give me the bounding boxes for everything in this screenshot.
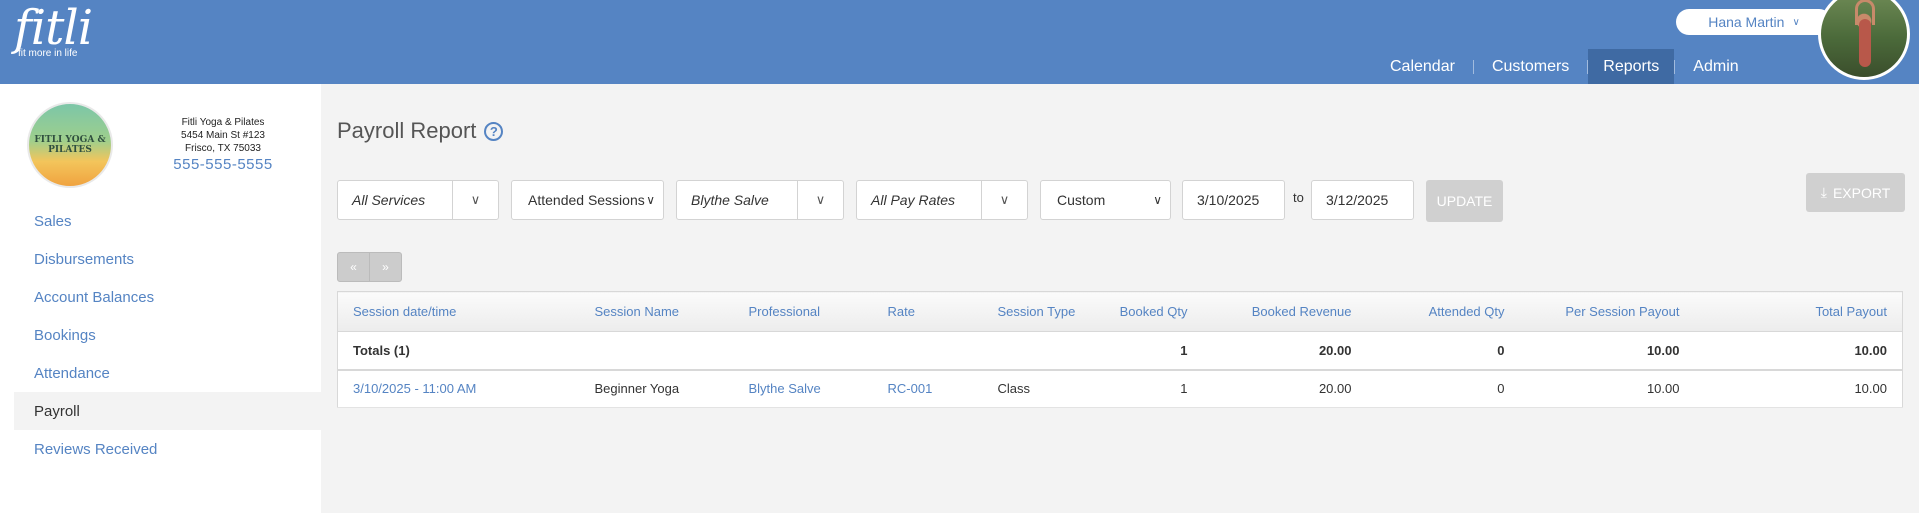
table-row: 3/10/2025 - 11:00 AM Beginner Yoga Blyth… (337, 369, 1903, 408)
business-phone[interactable]: 555-555-5555 (140, 157, 306, 172)
avatar[interactable] (1818, 0, 1910, 80)
main-content: Payroll Report ? All Services ∨ Attended… (321, 84, 1919, 513)
col-attended-qty[interactable]: Attended Qty (1366, 291, 1520, 332)
professional-filter[interactable]: Blythe Salve ∨ (676, 180, 844, 220)
session-name-cell: Beginner Yoga (579, 369, 734, 408)
chevron-down-icon: ∨ (1792, 16, 1800, 28)
services-filter[interactable]: All Services ∨ (337, 180, 499, 220)
logo-wordmark: fitli (14, 0, 93, 56)
user-menu-button[interactable]: Hana Martin ∨ (1676, 9, 1832, 35)
reports-menu: Sales Disbursements Account Balances Boo… (14, 202, 321, 468)
end-date-input[interactable]: 3/12/2025 (1311, 180, 1414, 220)
business-city: Frisco, TX 75033 (185, 143, 261, 154)
double-chevron-down-icon[interactable]: ∨ (797, 181, 843, 219)
rate-link[interactable]: RC-001 (872, 369, 983, 408)
export-button-label: EXPORT (1832, 184, 1891, 201)
totals-label: Totals (1) (337, 331, 580, 371)
page-title: Payroll Report ? (337, 118, 504, 144)
totals-cell (872, 331, 983, 371)
col-professional[interactable]: Professional (733, 291, 873, 332)
totals-attended-qty: 0 (1366, 331, 1520, 371)
col-booked-revenue[interactable]: Booked Revenue (1202, 291, 1367, 332)
date-range-select-value: Custom (1057, 192, 1106, 208)
sessions-select-value: Attended Sessions (528, 192, 645, 208)
nav-calendar[interactable]: Calendar (1372, 49, 1473, 84)
sidebar-item-account-balances[interactable]: Account Balances (14, 278, 321, 316)
sidebar-item-payroll[interactable]: Payroll (14, 392, 321, 430)
totals-total-payout: 10.00 (1694, 331, 1903, 371)
double-chevron-down-icon[interactable]: ∨ (981, 181, 1027, 219)
col-rate[interactable]: Rate (872, 291, 983, 332)
booked-qty-cell: 1 (1102, 369, 1203, 408)
pagination: « » (337, 252, 402, 282)
col-per-session-payout[interactable]: Per Session Payout (1519, 291, 1695, 332)
booked-revenue-cell: 20.00 (1202, 369, 1367, 408)
fitli-logo[interactable]: fitli fit more in life (14, 0, 93, 59)
pay-rates-filter[interactable]: All Pay Rates ∨ (856, 180, 1028, 220)
totals-row: Totals (1) 1 20.00 0 10.00 10.00 (337, 331, 1903, 371)
sidebar-item-disbursements[interactable]: Disbursements (14, 240, 321, 278)
table-header-row: Session date/time Session Name Professio… (337, 291, 1903, 332)
col-total-payout[interactable]: Total Payout (1694, 291, 1903, 332)
nav-reports[interactable]: Reports (1588, 49, 1675, 84)
start-date-input[interactable]: 3/10/2025 (1182, 180, 1285, 220)
professional-filter-value: Blythe Salve (691, 192, 769, 208)
total-payout-cell: 10.00 (1694, 369, 1903, 408)
help-icon[interactable]: ? (484, 121, 504, 141)
sidebar: FITLI YOGA & PILATES Fitli Yoga & Pilate… (0, 84, 321, 513)
download-icon: ⤓ (1820, 184, 1827, 200)
nav-customers[interactable]: Customers (1474, 49, 1587, 84)
business-info: Fitli Yoga & Pilates 5454 Main St #123 F… (140, 116, 306, 172)
chevron-down-icon: ∨ (646, 193, 655, 207)
totals-per-session-payout: 10.00 (1519, 331, 1695, 371)
per-session-payout-cell: 10.00 (1519, 369, 1695, 408)
totals-booked-revenue: 20.00 (1202, 331, 1367, 371)
totals-cell (733, 331, 873, 371)
sidebar-item-sales[interactable]: Sales (14, 202, 321, 240)
session-type-cell: Class (982, 369, 1103, 408)
session-datetime-link[interactable]: 3/10/2025 - 11:00 AM (337, 369, 580, 408)
next-page-button[interactable]: » (369, 253, 401, 281)
col-session-name[interactable]: Session Name (579, 291, 734, 332)
col-session-type[interactable]: Session Type (982, 291, 1103, 332)
prev-page-button[interactable]: « (338, 253, 369, 281)
export-button[interactable]: ⤓ EXPORT (1806, 173, 1905, 212)
business-name: Fitli Yoga & Pilates (181, 117, 265, 128)
chevron-down-icon: ∨ (1153, 193, 1162, 207)
main-nav: Calendar Customers Reports Admin (1372, 49, 1757, 84)
business-logo: FITLI YOGA & PILATES (27, 102, 113, 188)
col-session-datetime[interactable]: Session date/time (337, 291, 580, 332)
totals-booked-qty: 1 (1102, 331, 1203, 371)
update-button[interactable]: UPDATE (1426, 180, 1503, 222)
business-street: 5454 Main St #123 (181, 130, 265, 141)
user-name: Hana Martin (1708, 14, 1785, 30)
date-range-to-label: to (1293, 190, 1304, 205)
services-filter-value: All Services (352, 192, 426, 208)
business-logo-text: FITLI YOGA & PILATES (34, 135, 106, 155)
totals-cell (982, 331, 1103, 371)
nav-admin[interactable]: Admin (1675, 49, 1756, 84)
payroll-table: Session date/time Session Name Professio… (337, 291, 1903, 408)
totals-cell (579, 331, 734, 371)
top-header: fitli fit more in life Hana Martin ∨ Cal… (0, 0, 1919, 84)
sidebar-item-bookings[interactable]: Bookings (14, 316, 321, 354)
page-title-text: Payroll Report (337, 118, 477, 143)
sessions-select[interactable]: Attended Sessions ∨ (511, 180, 664, 220)
double-chevron-down-icon[interactable]: ∨ (452, 181, 498, 219)
date-range-select[interactable]: Custom ∨ (1040, 180, 1171, 220)
col-booked-qty[interactable]: Booked Qty (1102, 291, 1203, 332)
professional-link[interactable]: Blythe Salve (733, 369, 873, 408)
sidebar-item-reviews-received[interactable]: Reviews Received (14, 430, 321, 468)
attended-qty-cell: 0 (1366, 369, 1520, 408)
pay-rates-filter-value: All Pay Rates (871, 192, 956, 208)
sidebar-item-attendance[interactable]: Attendance (14, 354, 321, 392)
